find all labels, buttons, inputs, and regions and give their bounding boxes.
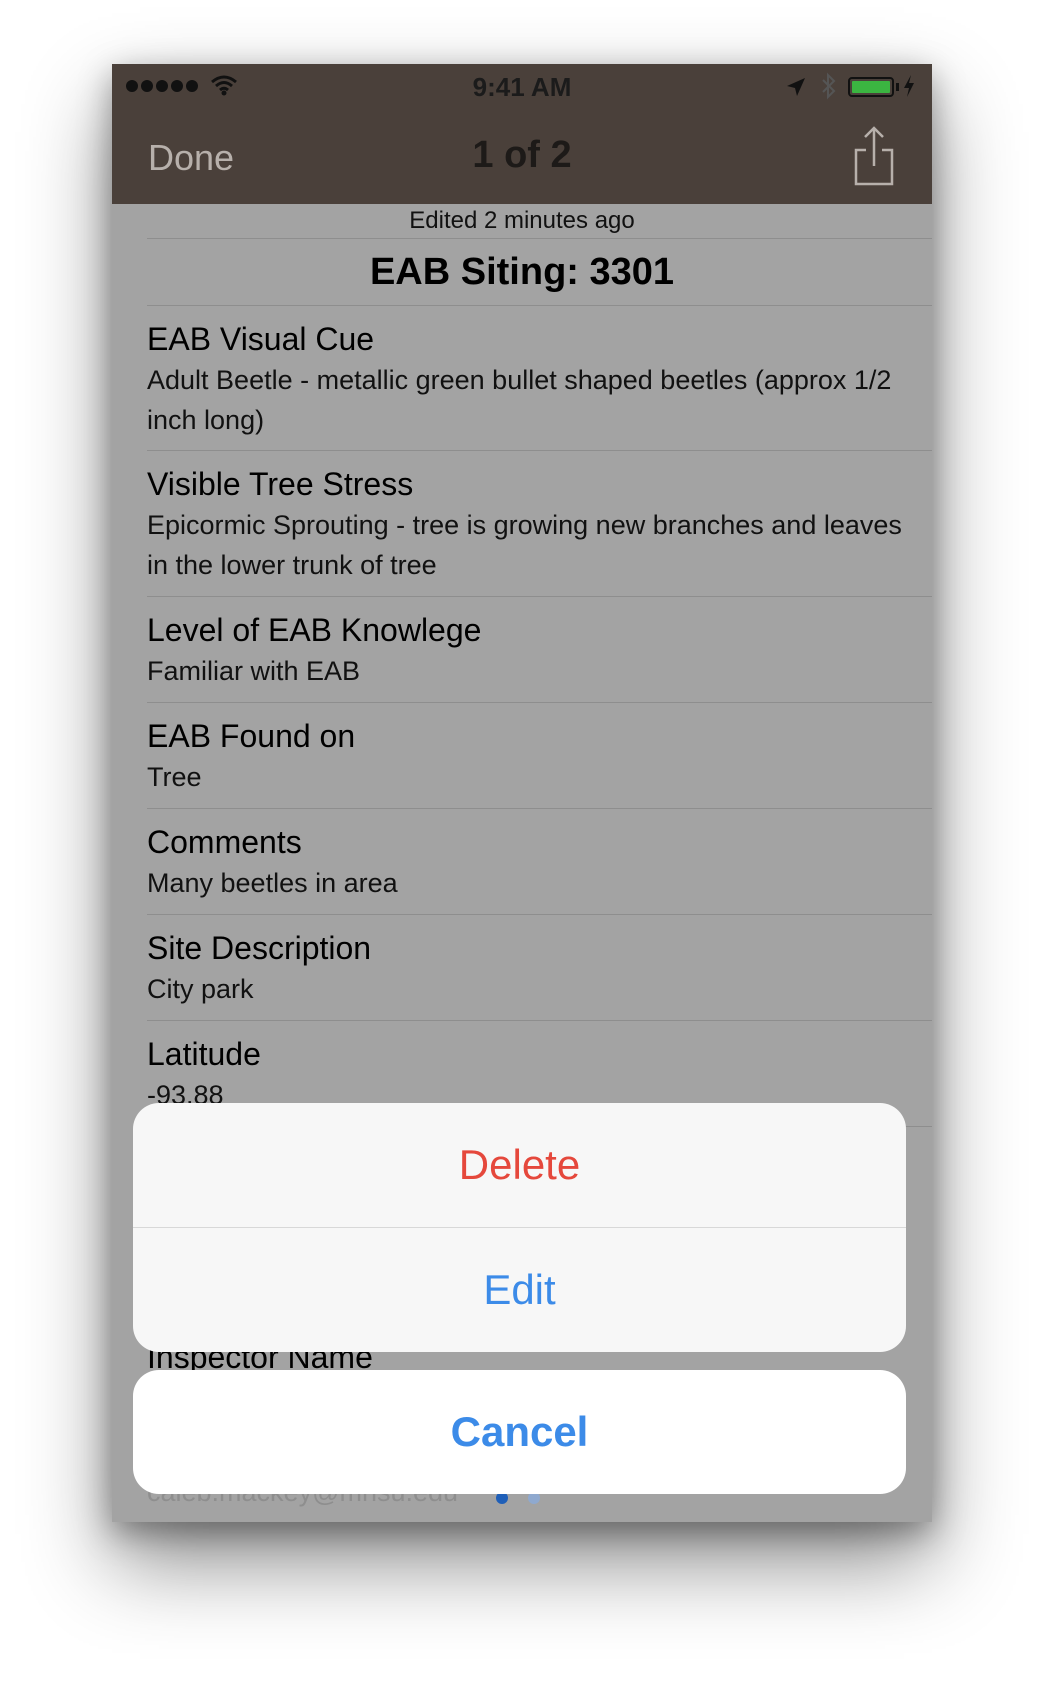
field-value: City park: [147, 974, 254, 1004]
field-label: EAB Visual Cue: [147, 321, 375, 357]
field-label: Latitude: [147, 1036, 261, 1072]
action-sheet: Delete Edit: [133, 1103, 906, 1352]
record-title: EAB Siting: 3301: [147, 239, 932, 306]
field-comments: Comments Many beetles in area: [147, 809, 932, 915]
field-label: EAB Found on: [147, 718, 356, 754]
field-site-description: Site Description City park: [147, 915, 932, 1021]
battery-icon: [848, 77, 894, 97]
field-value: Adult Beetle - metallic green bullet sha…: [147, 365, 892, 435]
field-eab-visual-cue: EAB Visual Cue Adult Beetle - metallic g…: [147, 306, 932, 451]
field-label: Level of EAB Knowlege: [147, 612, 482, 648]
share-icon[interactable]: [852, 124, 896, 186]
field-visible-tree-stress: Visible Tree Stress Epicormic Sprouting …: [147, 451, 932, 597]
field-value: Epicormic Sprouting - tree is growing ne…: [147, 510, 902, 580]
field-label: Site Description: [147, 930, 372, 966]
field-value: Familiar with EAB: [147, 656, 361, 686]
navigation-bar: 9:41 AM Done 1 of 2: [112, 64, 932, 204]
edit-button[interactable]: Edit: [133, 1227, 906, 1352]
field-label: Visible Tree Stress: [147, 466, 414, 502]
page-indicator-title: 1 of 2: [472, 134, 572, 176]
cancel-button[interactable]: Cancel: [133, 1370, 906, 1494]
location-arrow-icon: [787, 78, 805, 96]
status-bar: 9:41 AM: [112, 64, 932, 108]
delete-button[interactable]: Delete: [133, 1103, 906, 1227]
field-eab-found-on: EAB Found on Tree: [147, 703, 932, 809]
record-detail: Edited 2 minutes ago EAB Siting: 3301 EA…: [112, 204, 932, 1127]
status-time: 9:41 AM: [472, 72, 572, 102]
bluetooth-icon: [822, 72, 836, 100]
field-value: Many beetles in area: [147, 868, 398, 898]
field-level-of-eab-knowledge: Level of EAB Knowlege Familiar with EAB: [147, 597, 932, 703]
charging-bolt-icon: [904, 75, 914, 97]
field-value: Tree: [147, 762, 202, 792]
field-label: Comments: [147, 824, 302, 860]
edited-timestamp: Edited 2 minutes ago: [147, 204, 932, 239]
